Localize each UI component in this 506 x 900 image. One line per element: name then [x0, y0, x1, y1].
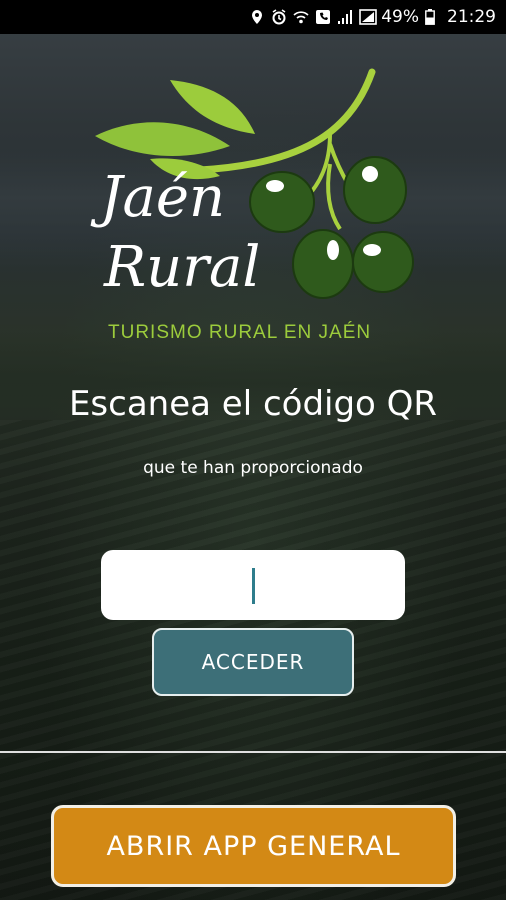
logo-title-line2: Rural	[104, 235, 261, 300]
text-cursor	[252, 568, 255, 604]
status-bar: 49% 21:29	[0, 0, 506, 34]
access-button[interactable]: ACCEDER	[152, 628, 354, 696]
signal-icon	[337, 9, 353, 25]
logo-tagline: TURISMO RURAL EN JAÉN	[108, 322, 372, 343]
alarm-icon	[271, 9, 287, 25]
open-general-app-button[interactable]: ABRIR APP GENERAL	[51, 805, 456, 887]
battery-percent: 49%	[381, 7, 419, 27]
clock-time: 21:29	[447, 7, 496, 27]
location-icon	[249, 9, 265, 25]
signal-box-icon	[359, 9, 378, 25]
battery-icon	[425, 9, 441, 25]
page-title: Escanea el código QR	[68, 384, 438, 424]
phone-icon	[315, 9, 331, 25]
wifi-call-icon	[293, 9, 309, 25]
logo-title-line1: Jaén	[100, 165, 226, 230]
page-subtitle: que te han proporcionado	[143, 458, 363, 478]
divider	[0, 751, 506, 753]
